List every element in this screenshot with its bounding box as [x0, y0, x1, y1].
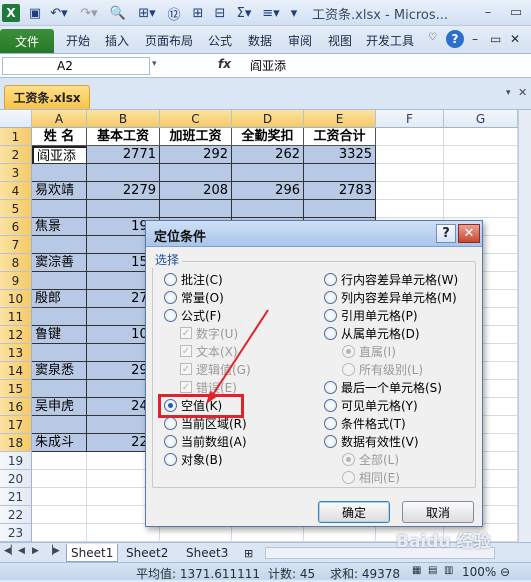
watermark: Baidu 经验 [396, 532, 491, 552]
annotation-arrow [206, 309, 269, 404]
